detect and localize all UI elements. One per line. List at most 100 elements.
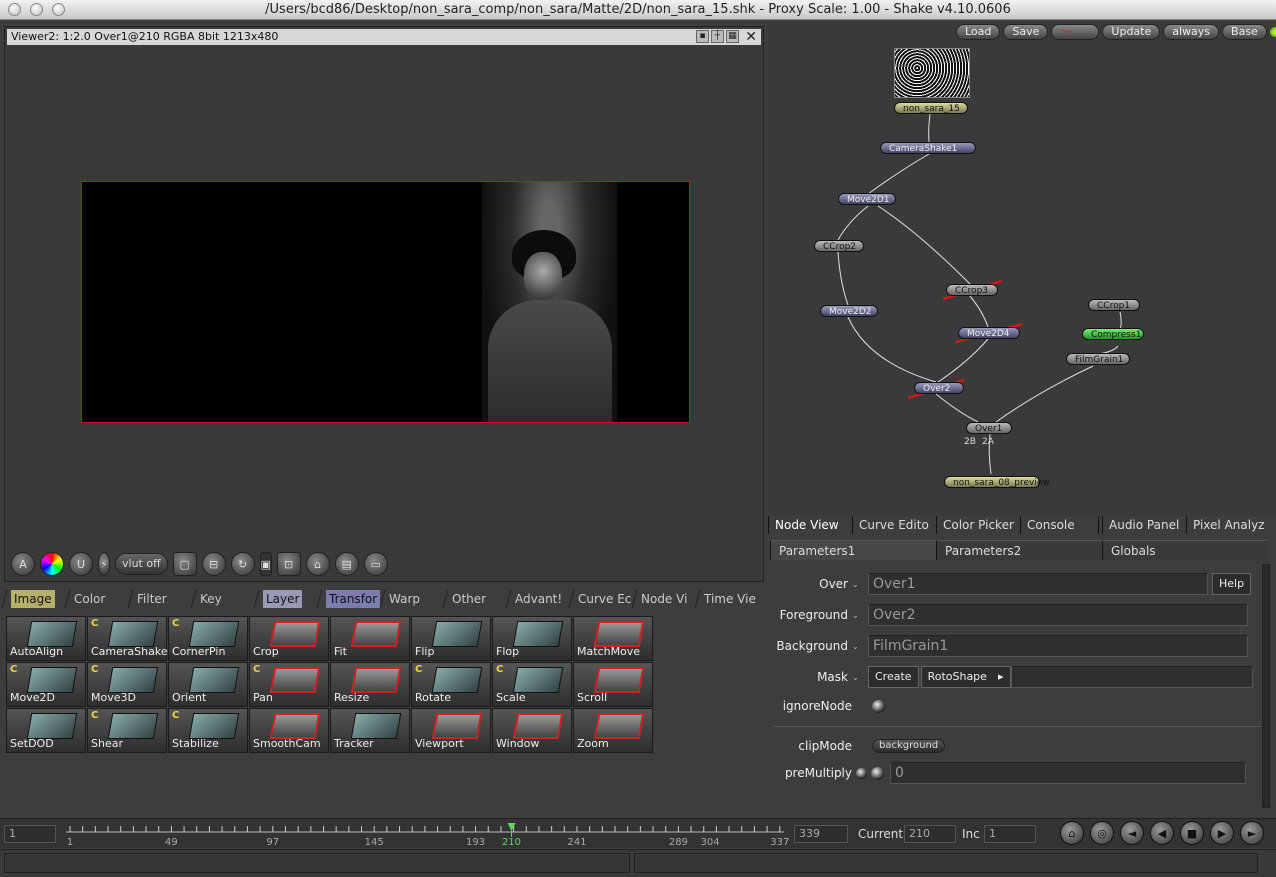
node-over2[interactable]: Over2	[914, 382, 964, 394]
viewer-split-icon[interactable]: ┼	[711, 30, 724, 43]
tab-node-view-panel[interactable]: Node View	[768, 516, 852, 534]
play-forward-icon[interactable]: ▶	[1210, 821, 1234, 845]
current-frame-field[interactable]: 210	[904, 825, 956, 843]
close-window-button[interactable]	[8, 3, 21, 16]
forward-key-icon[interactable]: ►	[1240, 821, 1264, 845]
tab-globals[interactable]: Globals	[1102, 540, 1268, 560]
end-frame-field[interactable]: 339	[794, 825, 848, 843]
node-ccrop1[interactable]: CCrop1	[1088, 299, 1140, 311]
vlut-button[interactable]: vlut off	[115, 553, 168, 575]
tool-scroll[interactable]: Scroll	[573, 662, 653, 707]
script-icon[interactable]: ▤	[334, 552, 359, 576]
parameters-scrollbar[interactable]	[1262, 564, 1270, 808]
tool-tracker[interactable]: Tracker	[330, 708, 410, 753]
dod-icon[interactable]: ▢	[172, 552, 197, 576]
play-backward-icon[interactable]: ◀	[1150, 821, 1174, 845]
tab-other[interactable]: Other	[442, 590, 511, 608]
home-icon[interactable]: ⌂	[305, 552, 330, 576]
tab-image[interactable]: Image	[1, 590, 70, 608]
mask-field[interactable]	[1010, 666, 1253, 688]
tab-color-picker[interactable]: Color Picker	[936, 516, 1020, 534]
node-ccrop2[interactable]: CCrop2	[814, 240, 864, 252]
node-preview[interactable]: non_sara_08_preview	[944, 476, 1050, 488]
tool-viewport[interactable]: Viewport	[411, 708, 491, 753]
premultiply-field[interactable]: 0	[890, 762, 1246, 784]
node-ccrop3[interactable]: CCrop3	[946, 284, 998, 296]
update-mode-icon[interactable]: U	[69, 552, 93, 576]
tool-zoom[interactable]: Zoom	[573, 708, 653, 753]
tool-scale[interactable]: C Scale	[492, 662, 572, 707]
clipmode-selector[interactable]: background	[872, 739, 946, 753]
tab-color[interactable]: Color	[64, 590, 133, 608]
node-filmgrain1[interactable]: FilmGrain1	[1066, 353, 1130, 365]
tool-move3d[interactable]: C Move3D	[87, 662, 167, 707]
node-compress1[interactable]: Compress1	[1082, 328, 1144, 340]
node-move2d2[interactable]: Move2D2	[820, 305, 878, 317]
tool-flop[interactable]: Flop	[492, 616, 572, 661]
tab-layer[interactable]: Layer	[253, 590, 322, 608]
tab-time-view[interactable]: Time Vie	[694, 590, 763, 608]
mask-expand-icon[interactable]: ⌄	[852, 673, 860, 682]
start-frame-field[interactable]: 1	[4, 825, 56, 843]
node-move2d4[interactable]: Move2D4	[958, 327, 1020, 339]
compare-icon[interactable]: ⊟	[201, 552, 226, 576]
node-over1[interactable]: Over1	[966, 422, 1012, 434]
tab-parameters2[interactable]: Parameters2	[936, 540, 1102, 560]
background-field[interactable]: FilmGrain1	[868, 635, 1248, 657]
tab-advanced[interactable]: Advant!	[505, 590, 574, 608]
tool-window[interactable]: Window	[492, 708, 572, 753]
node-camerashake1[interactable]: CameraShake1	[880, 142, 976, 154]
tab-parameters1[interactable]: Parameters1	[770, 540, 936, 560]
home-frame-icon[interactable]: ⌂	[1060, 821, 1084, 845]
tool-shear[interactable]: C Shear	[87, 708, 167, 753]
monitor-icon[interactable]: ▭	[363, 552, 388, 576]
premultiply-clock-icon[interactable]	[856, 767, 867, 779]
viewer-menu-icon[interactable]: ▪	[696, 30, 709, 43]
over-field[interactable]: Over1	[868, 573, 1208, 595]
tool-move2d[interactable]: C Move2D	[6, 662, 86, 707]
viewer-close-icon[interactable]: ✕	[745, 29, 757, 45]
tab-key[interactable]: Key	[190, 590, 259, 608]
tool-pan[interactable]: C Pan	[249, 662, 329, 707]
tool-smoothcam[interactable]: SmoothCam	[249, 708, 329, 753]
tab-console[interactable]: Console	[1020, 516, 1098, 534]
tool-resize[interactable]: Resize	[330, 662, 410, 707]
tool-fit[interactable]: Fit	[330, 616, 410, 661]
alpha-channel-icon[interactable]: A	[11, 552, 35, 576]
help-button[interactable]: Help	[1212, 573, 1252, 595]
tab-curve-editor-panel[interactable]: Curve Edito	[852, 516, 936, 534]
lightning-icon[interactable]: ⚡	[98, 552, 110, 576]
background-expand-icon[interactable]: ⌄	[852, 642, 860, 651]
create-mask-button[interactable]: Create	[868, 666, 919, 688]
stop-icon[interactable]: ■	[1180, 821, 1204, 845]
over-expand-icon[interactable]: ⌄	[852, 580, 860, 589]
tool-stabilize[interactable]: C Stabilize	[168, 708, 248, 753]
minimize-window-button[interactable]	[30, 3, 43, 16]
tool-autoalign[interactable]: AutoAlign	[6, 616, 86, 661]
tab-transform[interactable]: Transfor	[316, 590, 385, 608]
foreground-field[interactable]: Over2	[868, 604, 1248, 626]
node-view-panel[interactable]: Load Save 〜 Update always Base non_sara_…	[768, 22, 1276, 516]
tool-cornerpin[interactable]: C CornerPin	[168, 616, 248, 661]
node-move2d1[interactable]: Move2D1	[838, 193, 896, 205]
flipbook-icon[interactable]: ◎	[1090, 821, 1114, 845]
ignorenode-toggle[interactable]	[872, 699, 885, 713]
tab-node-view[interactable]: Node Vi	[631, 590, 700, 608]
tool-matchmove[interactable]: MatchMove	[573, 616, 653, 661]
toggle-icon[interactable]: ▣	[259, 552, 272, 576]
zoom-window-button[interactable]	[52, 3, 65, 16]
tool-flip[interactable]: Flip	[411, 616, 491, 661]
refresh-icon[interactable]: ↻	[230, 552, 255, 576]
rotoshape-dropdown[interactable]: RotoShape ▸	[920, 666, 1011, 688]
increment-field[interactable]: 1	[984, 825, 1036, 843]
tab-pixel-analyzer[interactable]: Pixel Analyz	[1186, 516, 1270, 534]
tab-curve-editor[interactable]: Curve Ec	[568, 590, 637, 608]
tab-audio-panel[interactable]: Audio Panel	[1102, 516, 1186, 534]
node-non-sara-15[interactable]: non_sara_15	[894, 102, 968, 114]
image-canvas[interactable]	[81, 181, 690, 423]
tool-setdod[interactable]: SetDOD	[6, 708, 86, 753]
time-slider[interactable]: 1 49 97 145 193 210 241 289 304 337	[66, 823, 789, 848]
foreground-expand-icon[interactable]: ⌄	[852, 611, 860, 620]
tool-rotate[interactable]: C Rotate	[411, 662, 491, 707]
tool-orient[interactable]: Orient	[168, 662, 248, 707]
